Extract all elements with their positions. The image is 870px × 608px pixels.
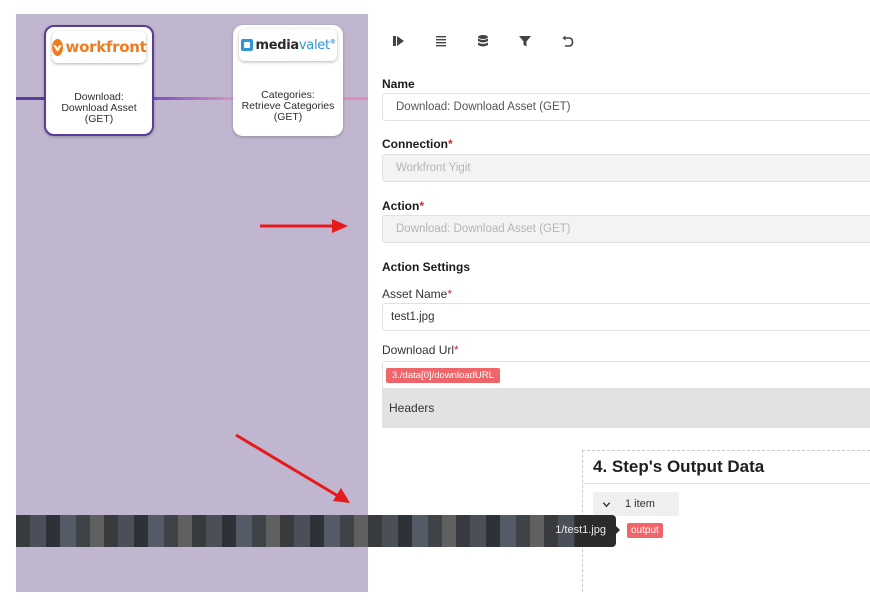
chevron-down-icon bbox=[602, 501, 611, 507]
undo-icon bbox=[562, 35, 574, 47]
output-token[interactable]: output bbox=[627, 523, 663, 538]
run-step-icon bbox=[393, 36, 404, 46]
download-url-token[interactable]: 3./data[0]/downloadURL bbox=[386, 367, 500, 383]
mediavalet-logo-icon bbox=[240, 39, 253, 51]
connection-select[interactable]: Workfront Yigit bbox=[382, 154, 870, 182]
output-panel-title: 4. Step's Output Data bbox=[593, 457, 765, 476]
name-input[interactable]: Download: Download Asset (GET) bbox=[382, 93, 870, 121]
run-step-button[interactable] bbox=[392, 30, 434, 52]
headers-section[interactable]: Headers bbox=[382, 388, 870, 428]
action-label: Action* bbox=[382, 199, 425, 213]
items-count: 1 item bbox=[625, 498, 655, 510]
database-icon bbox=[478, 35, 488, 47]
tooltip-pointer bbox=[614, 524, 620, 536]
undo-button[interactable] bbox=[560, 30, 602, 52]
asset-name-label: Asset Name* bbox=[382, 287, 453, 301]
blurred-content bbox=[16, 515, 576, 547]
items-toggle[interactable]: 1 item bbox=[593, 492, 679, 516]
step-output-panel: 4. Step's Output Data 1 item bbox=[582, 450, 870, 592]
connection-label: Connection* bbox=[382, 137, 453, 151]
action-settings-heading: Action Settings bbox=[382, 260, 471, 274]
mediavalet-logo: mediavalet® bbox=[239, 29, 337, 61]
node-label: Categories: Retrieve Categories (GET) bbox=[241, 89, 335, 123]
filter-button[interactable] bbox=[518, 30, 560, 52]
data-bar-text: 1/test1.jpg bbox=[555, 524, 606, 536]
workfront-logo-text: workfront bbox=[65, 38, 147, 56]
workfront-logo-icon bbox=[51, 38, 63, 56]
connector-line-left bbox=[16, 97, 46, 100]
workflow-node-workfront[interactable]: workfront Download: Download Asset (GET) bbox=[44, 25, 154, 136]
list-icon bbox=[436, 36, 446, 47]
node-label: Download: Download Asset (GET) bbox=[61, 91, 137, 125]
panel-toolbar bbox=[392, 30, 602, 52]
name-label: Name bbox=[382, 77, 415, 91]
mediavalet-logo-text: mediavalet® bbox=[255, 37, 336, 53]
filter-icon bbox=[519, 36, 531, 47]
database-button[interactable] bbox=[476, 30, 518, 52]
workfront-logo: workfront bbox=[51, 31, 147, 63]
action-select[interactable]: Download: Download Asset (GET) bbox=[382, 215, 870, 243]
asset-name-input[interactable]: test1.jpg bbox=[382, 303, 870, 331]
screenshot-stage: workfront Download: Download Asset (GET)… bbox=[0, 0, 870, 608]
download-url-input[interactable]: 3./data[0]/downloadURL bbox=[382, 361, 870, 389]
divider bbox=[583, 483, 870, 484]
download-url-label: Download Url* bbox=[382, 343, 459, 357]
workflow-node-mediavalet[interactable]: mediavalet® Categories: Retrieve Categor… bbox=[233, 25, 343, 136]
list-button[interactable] bbox=[434, 30, 476, 52]
workflow-canvas[interactable]: workfront Download: Download Asset (GET)… bbox=[16, 14, 368, 592]
data-tooltip-bar: 1/test1.jpg bbox=[16, 515, 616, 547]
connector-line-middle bbox=[154, 97, 238, 100]
